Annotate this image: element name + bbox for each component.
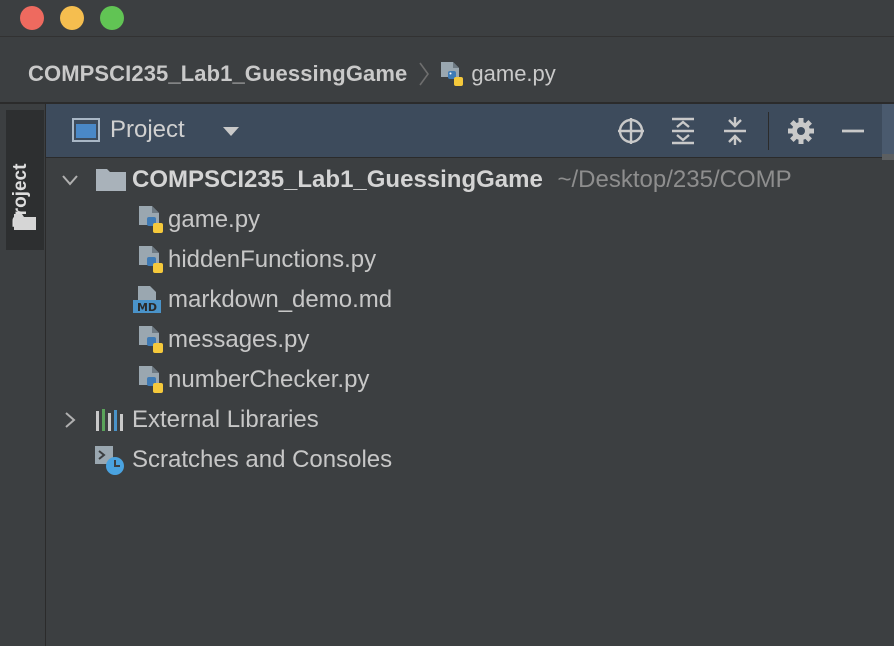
tree-file-label: markdown_demo.md xyxy=(168,286,393,313)
breadcrumb-project[interactable]: COMPSCI235_Lab1_GuessingGame xyxy=(28,61,407,87)
project-window-icon xyxy=(72,118,100,142)
title-bar: COMPSCI235_Lab1_GuessingGame game.py xyxy=(0,0,894,102)
toolbar-separator xyxy=(768,112,769,150)
tree-external-libraries-label: External Libraries xyxy=(132,406,319,433)
locate-icon[interactable] xyxy=(616,116,646,146)
header-scroll-edge xyxy=(882,104,894,158)
breadcrumb-file[interactable]: game.py xyxy=(471,61,555,87)
tree-file-label: numberChecker.py xyxy=(168,366,370,393)
tree-scratches-label: Scratches and Consoles xyxy=(132,446,393,473)
project-tree: COMPSCI235_Lab1_GuessingGame ~/Desktop/2… xyxy=(46,154,894,646)
tree-file-row[interactable]: numberChecker.py xyxy=(46,360,894,400)
scrollbar[interactable] xyxy=(882,154,894,160)
gear-icon[interactable] xyxy=(786,116,816,146)
library-icon xyxy=(96,409,123,431)
left-tool-stripe: Project xyxy=(0,104,46,646)
project-tool-tab[interactable]: Project xyxy=(6,110,44,250)
folder-icon xyxy=(14,214,36,230)
close-window-button[interactable] xyxy=(20,6,44,30)
tree-file-row[interactable]: MD markdown_demo.md xyxy=(46,280,894,320)
tree-file-row[interactable]: messages.py xyxy=(46,320,894,360)
tree-external-libraries-row[interactable]: External Libraries xyxy=(46,400,894,440)
breadcrumb: COMPSCI235_Lab1_GuessingGame game.py xyxy=(28,58,556,90)
minimize-panel-icon[interactable] xyxy=(838,116,868,146)
scratches-icon xyxy=(95,446,124,475)
chevron-down-icon[interactable] xyxy=(62,172,78,188)
title-divider xyxy=(0,36,894,37)
tree-root-label: COMPSCI235_Lab1_GuessingGame ~/Desktop/2… xyxy=(132,166,792,194)
python-file-icon xyxy=(139,326,163,353)
tree-file-row[interactable]: game.py xyxy=(46,200,894,240)
python-file-icon xyxy=(139,246,163,273)
expand-all-icon[interactable] xyxy=(668,116,698,146)
chevron-down-icon[interactable] xyxy=(222,126,240,138)
tree-root-row[interactable]: COMPSCI235_Lab1_GuessingGame ~/Desktop/2… xyxy=(46,160,894,200)
zoom-window-button[interactable] xyxy=(100,6,124,30)
tree-file-label: hiddenFunctions.py xyxy=(168,246,377,273)
minimize-window-button[interactable] xyxy=(60,6,84,30)
breadcrumb-separator-icon xyxy=(419,62,430,86)
tree-file-label: game.py xyxy=(168,206,261,233)
project-panel-title[interactable]: Project xyxy=(110,116,185,144)
tree-root-name: COMPSCI235_Lab1_GuessingGame xyxy=(132,166,543,193)
tree-file-row[interactable]: hiddenFunctions.py xyxy=(46,240,894,280)
chevron-right-icon[interactable] xyxy=(62,412,78,428)
svg-text:MD: MD xyxy=(137,301,157,314)
project-panel-header: Project xyxy=(46,104,894,158)
folder-icon xyxy=(96,169,126,191)
collapse-all-icon[interactable] xyxy=(720,116,750,146)
tree-file-label: messages.py xyxy=(168,326,310,353)
tree-scratches-row[interactable]: Scratches and Consoles xyxy=(46,440,894,480)
python-file-icon xyxy=(139,206,163,233)
markdown-file-icon: MD xyxy=(133,286,161,314)
python-file-icon xyxy=(441,62,464,86)
tree-root-path: ~/Desktop/235/COMP xyxy=(557,166,792,193)
python-file-icon xyxy=(139,366,163,393)
